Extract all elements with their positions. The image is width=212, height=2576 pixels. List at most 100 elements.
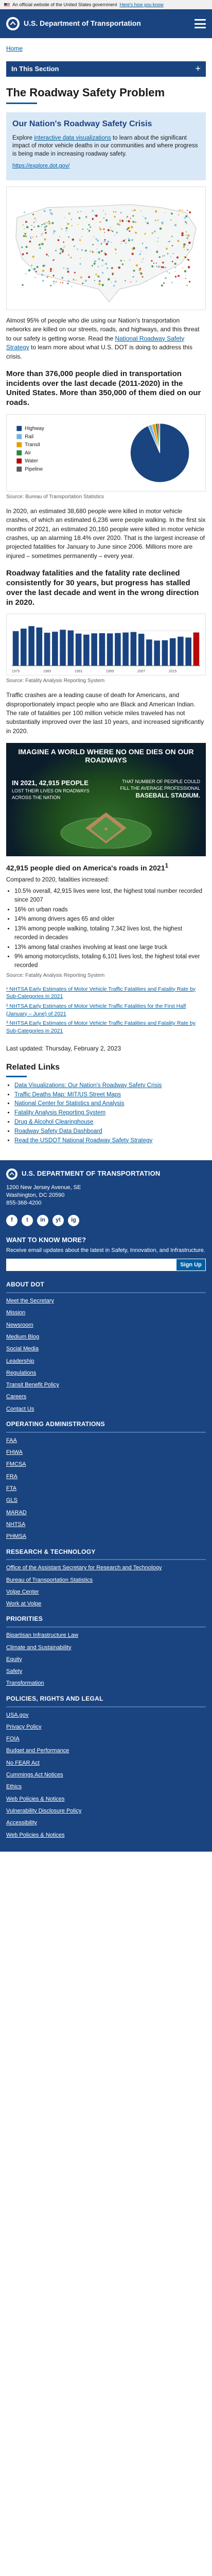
footer-rt-link[interactable]: Bureau of Transportation Statistics bbox=[6, 1577, 93, 1583]
footer-pr-item[interactable]: Climate and Sustainability bbox=[6, 1644, 206, 1651]
footer-pl-link[interactable]: Vulnerability Disclosure Policy bbox=[6, 1808, 81, 1814]
footer-pl-link[interactable]: Web Policies & Notices bbox=[6, 1796, 65, 1802]
footer-pl-item[interactable]: Web Policies & Notices bbox=[6, 1795, 206, 1803]
footer-about-item[interactable]: Transit Benefit Policy bbox=[6, 1381, 206, 1388]
footer-op-item[interactable]: FMCSA bbox=[6, 1461, 206, 1468]
related-item[interactable]: Roadway Safety Data Dashboard bbox=[14, 1127, 206, 1137]
footer-op-link[interactable]: FAA bbox=[6, 1437, 17, 1444]
footer-about-link[interactable]: Meet the Secretary bbox=[6, 1298, 54, 1304]
related-link[interactable]: Roadway Safety Data Dashboard bbox=[14, 1128, 102, 1134]
breadcrumb-home-link[interactable]: Home bbox=[6, 45, 23, 52]
related-item[interactable]: Fatality Analysis Reporting System bbox=[14, 1109, 206, 1118]
footer-op-item[interactable]: PHMSA bbox=[6, 1533, 206, 1540]
footer-pl-item[interactable]: Vulnerability Disclosure Policy bbox=[6, 1807, 206, 1815]
footer-pr-item[interactable]: Equity bbox=[6, 1656, 206, 1663]
footer-rt-item[interactable]: Volpe Center bbox=[6, 1588, 206, 1596]
footer-op-link[interactable]: GLS bbox=[6, 1497, 17, 1503]
footer-op-item[interactable]: FRA bbox=[6, 1473, 206, 1480]
footer-op-item[interactable]: GLS bbox=[6, 1497, 206, 1504]
footer-dot-seal-icon[interactable] bbox=[6, 1168, 17, 1180]
related-link[interactable]: National Center for Statistics and Analy… bbox=[14, 1100, 125, 1107]
footer-rt-item[interactable]: Bureau of Transportation Statistics bbox=[6, 1577, 206, 1584]
footer-op-link[interactable]: FTA bbox=[6, 1485, 16, 1492]
footer-about-item[interactable]: Regulations bbox=[6, 1369, 206, 1377]
footer-pr-link[interactable]: Bipartisan Infrastructure Law bbox=[6, 1632, 78, 1638]
footer-pl-item[interactable]: Budget and Performance bbox=[6, 1747, 206, 1754]
footer-op-item[interactable]: FHWA bbox=[6, 1449, 206, 1456]
heres-how-you-know-link[interactable]: Here's how you know bbox=[119, 2, 163, 8]
related-item[interactable]: Traffic Deaths Map: MIT/US Street Maps bbox=[14, 1091, 206, 1100]
footer-pl-link[interactable]: FOIA bbox=[6, 1736, 20, 1742]
footer-op-link[interactable]: MARAD bbox=[6, 1510, 27, 1516]
data-visualizations-link[interactable]: interactive data visualizations bbox=[34, 135, 111, 141]
footer-pr-link[interactable]: Climate and Sustainability bbox=[6, 1645, 72, 1651]
related-link[interactable]: Data Visualizations: Our Nation's Roadwa… bbox=[14, 1082, 162, 1089]
social-in-icon[interactable]: in bbox=[37, 1214, 48, 1226]
footer-pr-item[interactable]: Transformation bbox=[6, 1680, 206, 1687]
social-t-icon[interactable]: t bbox=[22, 1214, 33, 1226]
related-link[interactable]: Traffic Deaths Map: MIT/US Street Maps bbox=[14, 1092, 121, 1098]
related-link[interactable]: Drug & Alcohol Clearinghouse bbox=[14, 1119, 93, 1125]
footer-pl-link[interactable]: No FEAR Act bbox=[6, 1760, 40, 1766]
footer-about-link[interactable]: Social Media bbox=[6, 1346, 39, 1352]
footer-about-item[interactable]: Medium Blog bbox=[6, 1333, 206, 1341]
footer-about-item[interactable]: Careers bbox=[6, 1393, 206, 1400]
footer-pl-item[interactable]: Cummings Act Notices bbox=[6, 1771, 206, 1778]
footer-pr-link[interactable]: Equity bbox=[6, 1656, 22, 1663]
social-ig-icon[interactable]: ig bbox=[68, 1214, 79, 1226]
footer-rt-link[interactable]: Volpe Center bbox=[6, 1589, 39, 1595]
related-link[interactable]: Read the USDOT National Roadway Safety S… bbox=[14, 1138, 152, 1144]
footer-pr-item[interactable]: Bipartisan Infrastructure Law bbox=[6, 1632, 206, 1639]
dot-seal-icon[interactable] bbox=[6, 17, 20, 30]
related-item[interactable]: Read the USDOT National Roadway Safety S… bbox=[14, 1137, 206, 1146]
footer-about-item[interactable]: Social Media bbox=[6, 1345, 206, 1352]
footer-rt-link[interactable]: Office of the Assistant Secretary for Re… bbox=[6, 1565, 162, 1571]
footer-op-item[interactable]: FTA bbox=[6, 1485, 206, 1492]
footer-pl-link[interactable]: USA.gov bbox=[6, 1712, 28, 1718]
social-yt-icon[interactable]: yt bbox=[52, 1214, 64, 1226]
footer-pl-item[interactable]: Ethics bbox=[6, 1783, 206, 1790]
footer-op-link[interactable]: NHTSA bbox=[6, 1521, 25, 1528]
related-link[interactable]: Fatality Analysis Reporting System bbox=[14, 1110, 105, 1116]
footer-pl-item[interactable]: Web Policies & Notices bbox=[6, 1832, 206, 1839]
footer-op-link[interactable]: FRA bbox=[6, 1473, 17, 1480]
related-item[interactable]: National Center for Statistics and Analy… bbox=[14, 1099, 206, 1109]
footer-about-item[interactable]: Newsroom bbox=[6, 1321, 206, 1329]
footer-about-link[interactable]: Contact Us bbox=[6, 1406, 34, 1412]
social-f-icon[interactable]: f bbox=[6, 1214, 17, 1226]
footer-about-item[interactable]: Meet the Secretary bbox=[6, 1297, 206, 1304]
footer-pl-link[interactable]: Budget and Performance bbox=[6, 1748, 69, 1754]
footer-pl-item[interactable]: FOIA bbox=[6, 1735, 206, 1742]
footer-about-item[interactable]: Mission bbox=[6, 1309, 206, 1316]
footer-op-item[interactable]: FAA bbox=[6, 1437, 206, 1444]
footer-op-link[interactable]: PHMSA bbox=[6, 1533, 26, 1539]
footnote-link[interactable]: ¹ NHTSA Early Estimates of Motor Vehicle… bbox=[6, 986, 196, 1000]
footer-pl-link[interactable]: Accessibility bbox=[6, 1820, 37, 1826]
footnote-link[interactable]: ³ NHTSA Early Estimates of Motor Vehicle… bbox=[6, 1020, 196, 1034]
footer-rt-item[interactable]: Work at Volpe bbox=[6, 1600, 206, 1607]
explore-dot-link[interactable]: https://explore.dot.gov/ bbox=[12, 163, 69, 169]
menu-icon[interactable] bbox=[195, 19, 206, 28]
footer-about-link[interactable]: Newsroom bbox=[6, 1322, 33, 1328]
footer-rt-link[interactable]: Work at Volpe bbox=[6, 1601, 41, 1607]
footer-about-link[interactable]: Transit Benefit Policy bbox=[6, 1382, 59, 1388]
footer-about-item[interactable]: Contact Us bbox=[6, 1405, 206, 1413]
footer-rt-item[interactable]: Office of the Assistant Secretary for Re… bbox=[6, 1564, 206, 1571]
footer-about-link[interactable]: Careers bbox=[6, 1394, 26, 1400]
footer-about-link[interactable]: Mission bbox=[6, 1310, 25, 1316]
footer-pr-link[interactable]: Transformation bbox=[6, 1680, 44, 1686]
footer-pl-item[interactable]: No FEAR Act bbox=[6, 1759, 206, 1767]
footer-op-item[interactable]: NHTSA bbox=[6, 1521, 206, 1528]
footer-pl-item[interactable]: USA.gov bbox=[6, 1711, 206, 1719]
footer-pl-link[interactable]: Cummings Act Notices bbox=[6, 1772, 63, 1778]
related-item[interactable]: Drug & Alcohol Clearinghouse bbox=[14, 1118, 206, 1127]
footer-pl-link[interactable]: Privacy Policy bbox=[6, 1724, 41, 1730]
footer-pl-link[interactable]: Ethics bbox=[6, 1784, 22, 1790]
footer-pr-link[interactable]: Safety bbox=[6, 1668, 22, 1674]
email-input[interactable] bbox=[6, 1259, 176, 1272]
related-item[interactable]: Data Visualizations: Our Nation's Roadwa… bbox=[14, 1081, 206, 1091]
footer-op-item[interactable]: MARAD bbox=[6, 1509, 206, 1516]
footer-pl-link[interactable]: Web Policies & Notices bbox=[6, 1832, 65, 1838]
footer-about-item[interactable]: Leadership bbox=[6, 1358, 206, 1365]
footer-pr-item[interactable]: Safety bbox=[6, 1668, 206, 1675]
